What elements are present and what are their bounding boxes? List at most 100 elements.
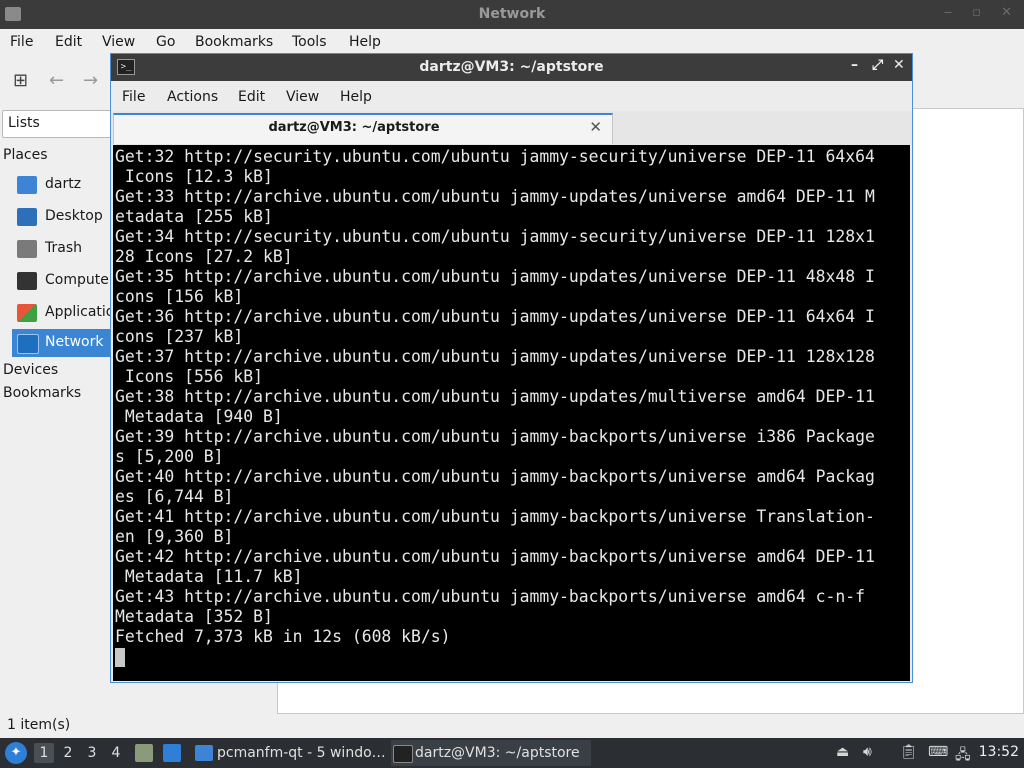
close-icon[interactable]: ✕ xyxy=(893,57,905,73)
terminal-line: Fetched 7,373 kB in 12s (608 kB/s) xyxy=(115,627,451,646)
terminal-titlebar[interactable]: >_ dartz@VM3: ~/aptstore – ⤢ ✕ xyxy=(111,54,912,81)
sidebar-item-label: dartz xyxy=(45,176,82,192)
sidebar-item-desktop[interactable]: Desktop xyxy=(12,203,122,231)
fm-window-controls[interactable]: ‒ ▫ ✕ xyxy=(944,5,1020,20)
taskbar: ✦ 1 2 3 4 pcmanfm-qt - 5 windo… dartz@VM… xyxy=(0,738,1024,768)
terminal-line: Get:32 http://security.ubuntu.com/ubuntu… xyxy=(115,147,875,166)
terminal-line: es [6,744 B] xyxy=(115,487,234,506)
sidebar-item-computer[interactable]: Computer xyxy=(12,267,122,295)
workspace-2[interactable]: 2 xyxy=(58,743,78,763)
term-menu-file[interactable]: File xyxy=(122,89,145,105)
term-menu-actions[interactable]: Actions xyxy=(167,89,218,105)
sidebar-mode-label: Lists xyxy=(8,115,40,131)
terminal-line: etadata [255 kB] xyxy=(115,207,273,226)
term-menu-edit[interactable]: Edit xyxy=(238,89,265,105)
terminal-line: cons [237 kB] xyxy=(115,327,244,346)
term-menu-view[interactable]: View xyxy=(286,89,319,105)
terminal-line: Metadata [352 B] xyxy=(115,607,273,626)
sidebar-item-network[interactable]: Network xyxy=(12,329,122,357)
fm-titlebar[interactable]: Network ‒ ▫ ✕ xyxy=(0,0,1024,29)
fm-menu-bookmarks[interactable]: Bookmarks xyxy=(195,34,273,50)
eject-icon[interactable]: ⏏ xyxy=(836,744,849,760)
applications-icon xyxy=(17,304,37,322)
terminal-line: Get:43 http://archive.ubuntu.com/ubuntu … xyxy=(115,587,865,606)
workspace-3[interactable]: 3 xyxy=(82,743,102,763)
terminal-text: Get:32 http://security.ubuntu.com/ubuntu… xyxy=(115,147,875,647)
terminal-line: Get:40 http://archive.ubuntu.com/ubuntu … xyxy=(115,467,875,486)
terminal-icon xyxy=(393,745,413,763)
terminal-line: 28 Icons [27.2 kB] xyxy=(115,247,293,266)
places-header: Places xyxy=(3,147,48,163)
clipboard-icon[interactable]: 📋︎ xyxy=(900,744,918,760)
fm-menu-file[interactable]: File xyxy=(10,34,33,50)
terminal-line: Get:38 http://archive.ubuntu.com/ubuntu … xyxy=(115,387,875,406)
desktop-icon xyxy=(17,208,37,226)
terminal-tab-label: dartz@VM3: ~/aptstore xyxy=(268,120,440,135)
fm-menu-tools[interactable]: Tools xyxy=(292,34,327,50)
start-menu-icon[interactable]: ✦ xyxy=(5,742,27,764)
sidebar-item-dartz[interactable]: dartz xyxy=(12,171,122,199)
sidebar-item-label: Network xyxy=(45,334,104,350)
show-desktop-icon[interactable] xyxy=(135,744,153,762)
network-icon xyxy=(17,334,39,354)
computer-icon xyxy=(17,272,37,290)
bookmarks-header[interactable]: Bookmarks xyxy=(3,385,81,401)
terminal-window: >_ dartz@VM3: ~/aptstore – ⤢ ✕ File Acti… xyxy=(110,53,913,683)
terminal-line: cons [156 kB] xyxy=(115,287,244,306)
sidebar-item-applications[interactable]: Applications xyxy=(12,299,131,327)
terminal-window-title: dartz@VM3: ~/aptstore xyxy=(419,59,604,75)
back-arrow-icon[interactable]: ← xyxy=(49,70,64,91)
fm-menu-help[interactable]: Help xyxy=(349,34,381,50)
terminal-line: Get:37 http://archive.ubuntu.com/ubuntu … xyxy=(115,347,875,366)
forward-arrow-icon[interactable]: → xyxy=(83,70,98,91)
trash-icon xyxy=(17,240,37,258)
sidebar-mode-select[interactable]: Lists xyxy=(2,110,119,138)
terminal-line: s [5,200 B] xyxy=(115,447,224,466)
terminal-line: Get:42 http://archive.ubuntu.com/ubuntu … xyxy=(115,547,875,566)
keyboard-icon[interactable]: ⌨ xyxy=(928,744,948,760)
terminal-line: Get:41 http://archive.ubuntu.com/ubuntu … xyxy=(115,507,875,526)
task-label: dartz@VM3: ~/aptstore xyxy=(415,745,580,761)
terminal-tab[interactable]: dartz@VM3: ~/aptstore ✕ xyxy=(113,113,613,144)
task-terminal[interactable]: dartz@VM3: ~/aptstore xyxy=(391,740,591,766)
terminal-line: Get:35 http://archive.ubuntu.com/ubuntu … xyxy=(115,267,875,286)
terminal-line: Get:39 http://archive.ubuntu.com/ubuntu … xyxy=(115,427,875,446)
terminal-line: Icons [556 kB] xyxy=(115,367,264,386)
terminal-menubar: File Actions Edit View Help xyxy=(111,81,912,111)
sidebar-item-label: Trash xyxy=(45,240,82,256)
terminal-line: Metadata [940 B] xyxy=(115,407,283,426)
devices-header[interactable]: Devices xyxy=(3,362,58,378)
volume-icon[interactable]: 🔊︎ xyxy=(863,744,872,760)
fm-menubar: File Edit View Go Bookmarks Tools Help xyxy=(0,29,1024,56)
workspace-1[interactable]: 1 xyxy=(34,743,54,763)
fm-window-title: Network xyxy=(478,6,546,22)
terminal-output[interactable]: Get:32 http://security.ubuntu.com/ubuntu… xyxy=(113,145,910,681)
maximize-icon[interactable]: ⤢ xyxy=(872,57,883,73)
fm-sidebar: Lists Places dartz Desktop Trash Compute… xyxy=(0,108,131,708)
terminal-line: Metadata [11.7 kB] xyxy=(115,567,303,586)
fm-menu-edit[interactable]: Edit xyxy=(55,34,82,50)
new-tab-icon[interactable]: ⊞ xyxy=(13,70,28,91)
terminal-line: en [9,360 B] xyxy=(115,527,234,546)
sidebar-item-label: Computer xyxy=(45,272,115,288)
term-menu-help[interactable]: Help xyxy=(340,89,372,105)
fm-menu-go[interactable]: Go xyxy=(156,34,175,50)
terminal-line: Get:34 http://security.ubuntu.com/ubuntu… xyxy=(115,227,875,246)
task-label: pcmanfm-qt - 5 windo… xyxy=(217,745,385,761)
network-status-icon[interactable]: 🖧︎ xyxy=(955,744,971,768)
task-file-manager[interactable]: pcmanfm-qt - 5 windo… xyxy=(193,740,385,766)
fm-status-bar: 1 item(s) xyxy=(7,717,71,733)
workspace-4[interactable]: 4 xyxy=(106,743,126,763)
home-folder-icon xyxy=(17,176,37,194)
desktop-switcher-icon[interactable] xyxy=(163,744,181,762)
terminal-line: Get:36 http://archive.ubuntu.com/ubuntu … xyxy=(115,307,875,326)
terminal-line: Get:33 http://archive.ubuntu.com/ubuntu … xyxy=(115,187,875,206)
folder-icon xyxy=(195,745,213,761)
fm-menu-view[interactable]: View xyxy=(102,34,135,50)
terminal-tabbar: dartz@VM3: ~/aptstore ✕ xyxy=(111,111,912,145)
tab-close-icon[interactable]: ✕ xyxy=(589,118,602,136)
sidebar-item-trash[interactable]: Trash xyxy=(12,235,122,263)
minimize-icon[interactable]: – xyxy=(851,57,858,73)
clock[interactable]: 13:52 xyxy=(979,744,1019,760)
terminal-line: Icons [12.3 kB] xyxy=(115,167,273,186)
